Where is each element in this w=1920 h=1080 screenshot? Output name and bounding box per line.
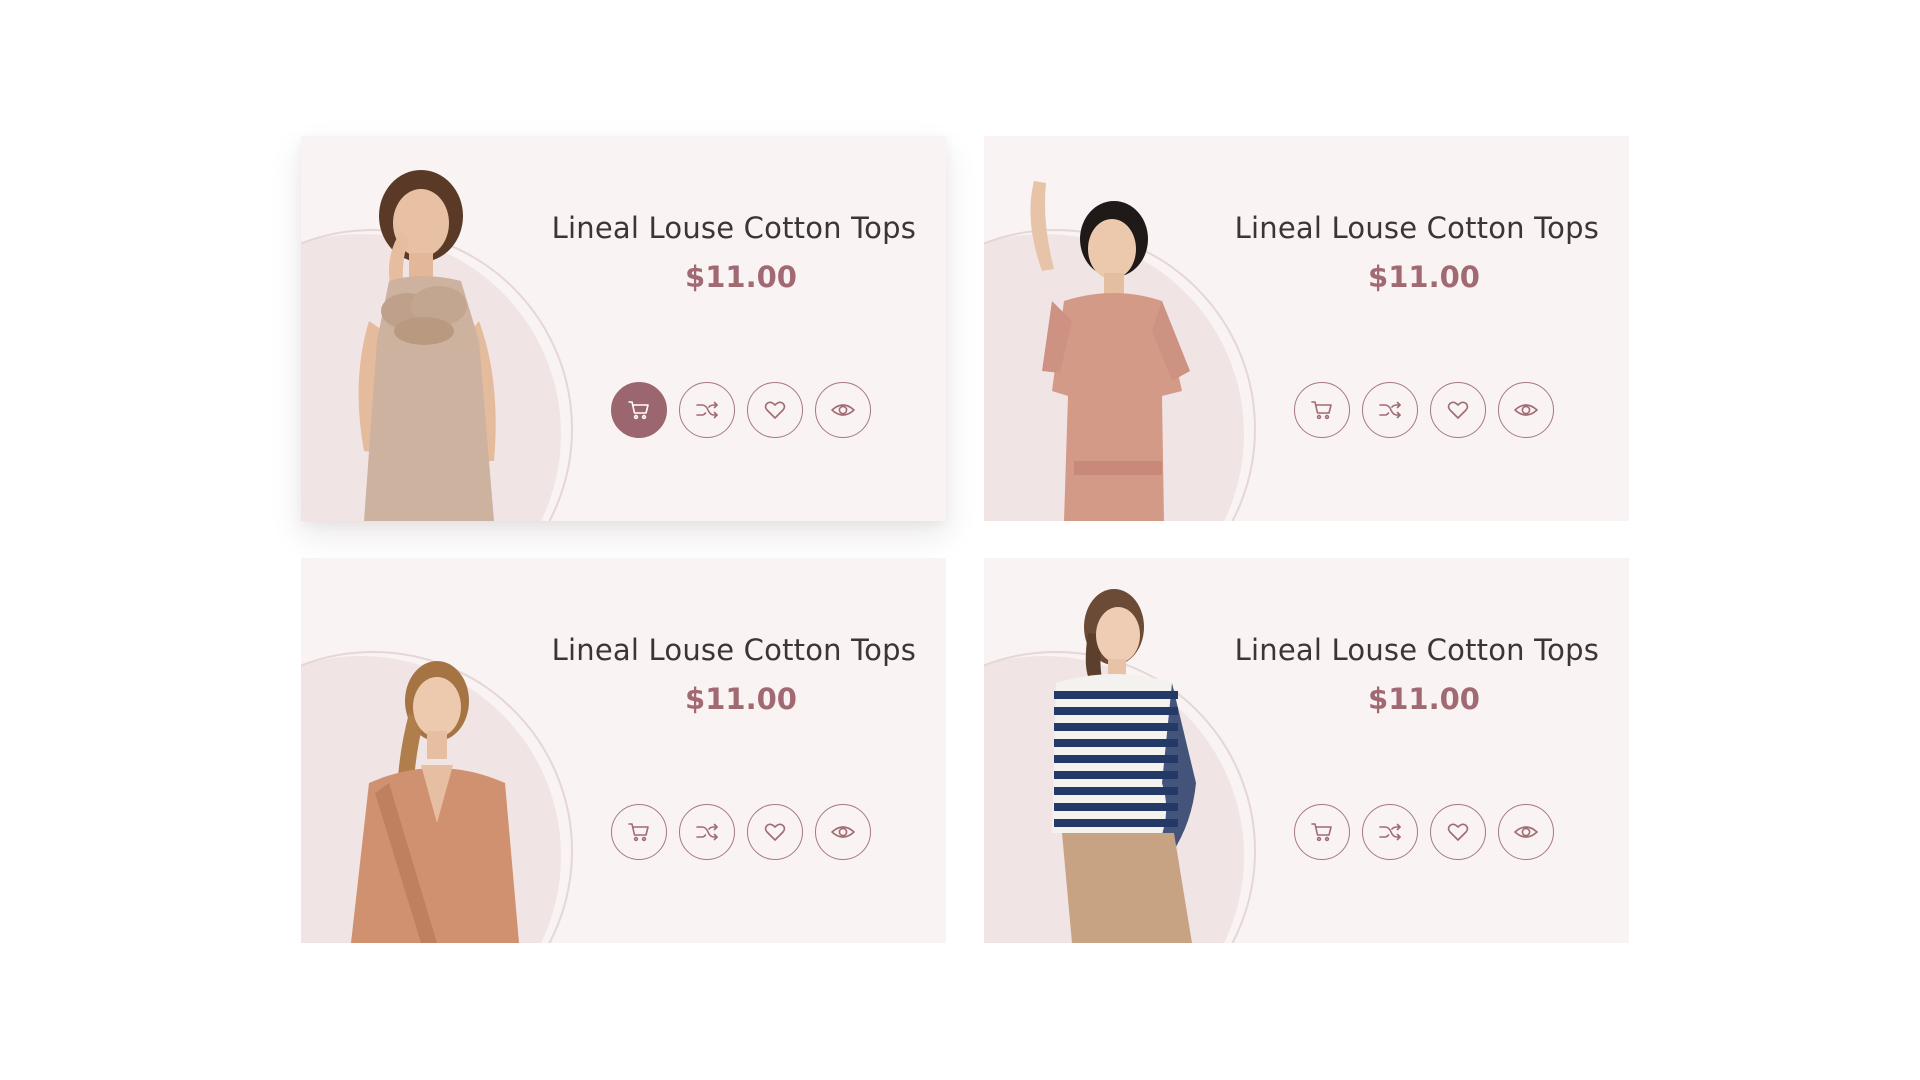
product-grid: Lineal Louse Cotton Tops $11.00 Lineal L…: [301, 136, 1629, 943]
product-info: Lineal Louse Cotton Tops $11.00: [536, 636, 916, 714]
product-actions: [1294, 804, 1554, 860]
heart-icon: [1447, 823, 1469, 841]
product-info: Lineal Louse Cotton Tops $11.00: [536, 214, 916, 292]
shuffle-icon: [1379, 823, 1401, 841]
eye-icon: [831, 404, 855, 416]
cart-icon: [1311, 401, 1332, 420]
heart-icon: [1447, 401, 1469, 419]
heart-icon: [764, 823, 786, 841]
eye-icon: [1514, 826, 1538, 838]
shuffle-icon: [696, 823, 718, 841]
product-price: $11.00: [685, 260, 797, 294]
product-image[interactable]: [329, 161, 539, 521]
product-info: Lineal Louse Cotton Tops $11.00: [1219, 214, 1599, 292]
product-card[interactable]: Lineal Louse Cotton Tops $11.00: [984, 136, 1629, 521]
product-price: $11.00: [685, 682, 797, 716]
quick-view-button[interactable]: [815, 804, 871, 860]
quick-view-button[interactable]: [815, 382, 871, 438]
quick-view-button[interactable]: [1498, 804, 1554, 860]
product-title[interactable]: Lineal Louse Cotton Tops: [1219, 636, 1599, 665]
wishlist-button[interactable]: [1430, 382, 1486, 438]
product-title[interactable]: Lineal Louse Cotton Tops: [536, 214, 916, 243]
add-to-cart-button[interactable]: [1294, 382, 1350, 438]
compare-button[interactable]: [1362, 382, 1418, 438]
eye-icon: [831, 826, 855, 838]
product-title[interactable]: Lineal Louse Cotton Tops: [536, 636, 916, 665]
eye-icon: [1514, 404, 1538, 416]
product-image[interactable]: [1012, 583, 1222, 943]
product-price: $11.00: [1368, 260, 1480, 294]
add-to-cart-button[interactable]: [1294, 804, 1350, 860]
compare-button[interactable]: [679, 382, 735, 438]
wishlist-button[interactable]: [747, 382, 803, 438]
add-to-cart-button[interactable]: [611, 804, 667, 860]
product-image[interactable]: [1012, 161, 1222, 521]
cart-icon: [1311, 823, 1332, 842]
wishlist-button[interactable]: [1430, 804, 1486, 860]
product-card[interactable]: Lineal Louse Cotton Tops $11.00: [301, 136, 946, 521]
heart-icon: [764, 401, 786, 419]
product-title[interactable]: Lineal Louse Cotton Tops: [1219, 214, 1599, 243]
product-actions: [611, 382, 871, 438]
quick-view-button[interactable]: [1498, 382, 1554, 438]
product-card[interactable]: Lineal Louse Cotton Tops $11.00: [301, 558, 946, 943]
shuffle-icon: [696, 401, 718, 419]
product-price: $11.00: [1368, 682, 1480, 716]
cart-icon: [628, 823, 649, 842]
product-actions: [1294, 382, 1554, 438]
compare-button[interactable]: [679, 804, 735, 860]
product-actions: [611, 804, 871, 860]
wishlist-button[interactable]: [747, 804, 803, 860]
shuffle-icon: [1379, 401, 1401, 419]
product-image[interactable]: [329, 583, 539, 943]
product-card[interactable]: Lineal Louse Cotton Tops $11.00: [984, 558, 1629, 943]
cart-icon: [628, 401, 649, 420]
compare-button[interactable]: [1362, 804, 1418, 860]
product-info: Lineal Louse Cotton Tops $11.00: [1219, 636, 1599, 714]
add-to-cart-button[interactable]: [611, 382, 667, 438]
